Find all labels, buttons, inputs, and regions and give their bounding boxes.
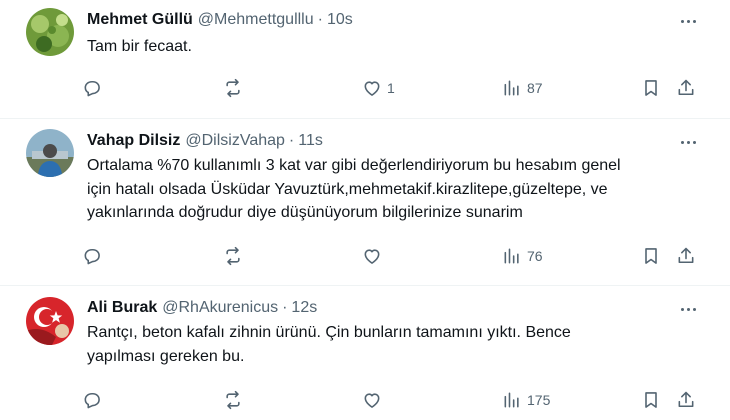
reply-button[interactable] — [82, 244, 102, 268]
like-button[interactable] — [362, 388, 382, 412]
share-button[interactable] — [676, 244, 696, 268]
tweet-text: Ortalama %70 kullanımlı 3 kat var gibi d… — [87, 157, 621, 221]
bookmark-icon — [645, 248, 657, 264]
views-icon — [504, 392, 519, 408]
bookmark-icon — [645, 80, 657, 96]
bookmark-button[interactable] — [641, 244, 661, 268]
tweet-text: Rantçı, beton kafalı zihnin ürünü. Çin b… — [87, 324, 571, 365]
author-name[interactable]: Ali Burak — [87, 298, 157, 318]
bookmark-button[interactable] — [641, 76, 661, 100]
repost-icon — [226, 78, 240, 98]
like-button[interactable]: 1 — [362, 76, 395, 100]
timestamp[interactable]: 12s — [291, 298, 317, 318]
share-icon — [678, 79, 694, 96]
share-button[interactable] — [676, 76, 696, 100]
views-icon — [504, 248, 519, 264]
repost-button[interactable] — [223, 388, 243, 412]
tweet[interactable]: Mehmet Güllü @Mehmettgulllu · 10s Tam bi… — [0, 0, 730, 117]
share-icon — [678, 391, 694, 408]
heart-icon — [364, 393, 380, 408]
bookmark-icon — [645, 392, 657, 408]
tweet[interactable]: Ali Burak @RhAkurenicus · 12s Rantçı, be… — [0, 286, 730, 420]
like-button[interactable] — [362, 244, 382, 268]
more-options-icon[interactable] — [676, 11, 700, 31]
reply-icon — [84, 392, 100, 409]
repost-icon — [226, 390, 240, 410]
tweet[interactable]: Vahap Dilsiz @DilsizVahap · 11s Ortalama… — [0, 119, 730, 284]
reply-button[interactable] — [82, 388, 102, 412]
timestamp[interactable]: 11s — [298, 131, 323, 151]
views-icon — [504, 80, 519, 96]
author-handle[interactable]: @Mehmettgulllu — [198, 10, 314, 30]
more-options-icon[interactable] — [676, 132, 700, 152]
avatar-image — [26, 8, 74, 56]
bookmark-button[interactable] — [641, 388, 661, 412]
avatar[interactable] — [26, 8, 74, 56]
separator: · — [282, 299, 288, 316]
views-button[interactable]: 175 — [502, 388, 550, 412]
separator: · — [317, 11, 323, 28]
view-count: 175 — [527, 392, 551, 408]
repost-icon — [226, 246, 240, 266]
views-button[interactable]: 76 — [502, 244, 543, 268]
author-name[interactable]: Vahap Dilsiz — [87, 131, 180, 151]
avatar-image — [26, 129, 74, 177]
share-button[interactable] — [676, 388, 696, 412]
author-handle[interactable]: @RhAkurenicus — [162, 298, 278, 318]
more-options-icon[interactable] — [676, 299, 700, 319]
reply-icon — [84, 80, 100, 97]
view-count: 87 — [527, 80, 543, 96]
tweet-text: Tam bir fecaat. — [87, 38, 192, 55]
views-button[interactable]: 87 — [502, 76, 543, 100]
heart-icon — [364, 249, 380, 264]
share-icon — [678, 247, 694, 264]
separator: · — [288, 132, 295, 149]
timestamp[interactable]: 10s — [327, 10, 353, 30]
avatar[interactable] — [26, 297, 74, 345]
avatar[interactable] — [26, 129, 74, 177]
view-count: 76 — [527, 248, 543, 264]
like-count: 1 — [387, 80, 395, 96]
heart-icon — [364, 81, 380, 96]
repost-button[interactable] — [223, 244, 243, 268]
author-handle[interactable]: @DilsizVahap — [185, 131, 285, 151]
repost-button[interactable] — [223, 76, 243, 100]
reply-icon — [84, 248, 100, 265]
author-name[interactable]: Mehmet Güllü — [87, 10, 193, 30]
avatar-image — [26, 297, 74, 345]
reply-button[interactable] — [82, 76, 102, 100]
